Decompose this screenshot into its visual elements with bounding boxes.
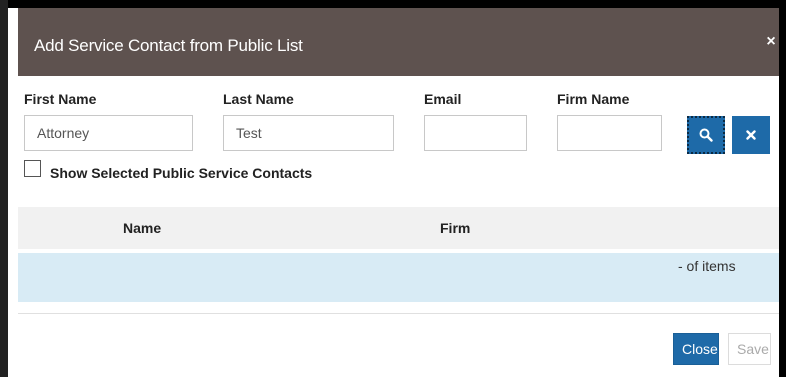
firm-name-label: Firm Name: [557, 91, 630, 107]
email-input[interactable]: [424, 115, 527, 151]
search-button[interactable]: [687, 116, 725, 154]
column-header-name[interactable]: Name: [123, 220, 161, 236]
column-header-firm[interactable]: Firm: [440, 220, 470, 236]
footer-divider: [18, 313, 779, 314]
last-name-label: Last Name: [223, 91, 294, 107]
search-icon: [699, 128, 713, 142]
close-icon: [746, 130, 756, 140]
show-selected-label: Show Selected Public Service Contacts: [50, 165, 313, 181]
first-name-input[interactable]: [24, 115, 193, 151]
close-icon[interactable]: ×: [763, 32, 779, 52]
close-button[interactable]: Close: [673, 333, 719, 365]
last-name-input[interactable]: [223, 115, 394, 151]
grid-header: Name Firm: [18, 207, 779, 249]
window-right-border: [779, 0, 786, 377]
window-left-border: [0, 0, 8, 377]
dialog-title: Add Service Contact from Public List: [34, 36, 303, 55]
window-top-border: [0, 0, 786, 8]
clear-button[interactable]: [732, 116, 770, 154]
dialog-header: Add Service Contact from Public List ×: [18, 8, 779, 76]
firm-name-input[interactable]: [557, 115, 662, 151]
first-name-label: First Name: [24, 91, 97, 107]
email-label: Email: [424, 91, 462, 107]
window-left-gutter: [8, 8, 18, 377]
add-service-contact-dialog: Add Service Contact from Public List × F…: [18, 8, 779, 377]
save-button[interactable]: Save: [728, 333, 771, 365]
show-selected-checkbox[interactable]: [24, 160, 41, 177]
grid-body: - of items: [18, 253, 779, 302]
pager-info: - of items: [678, 258, 736, 274]
